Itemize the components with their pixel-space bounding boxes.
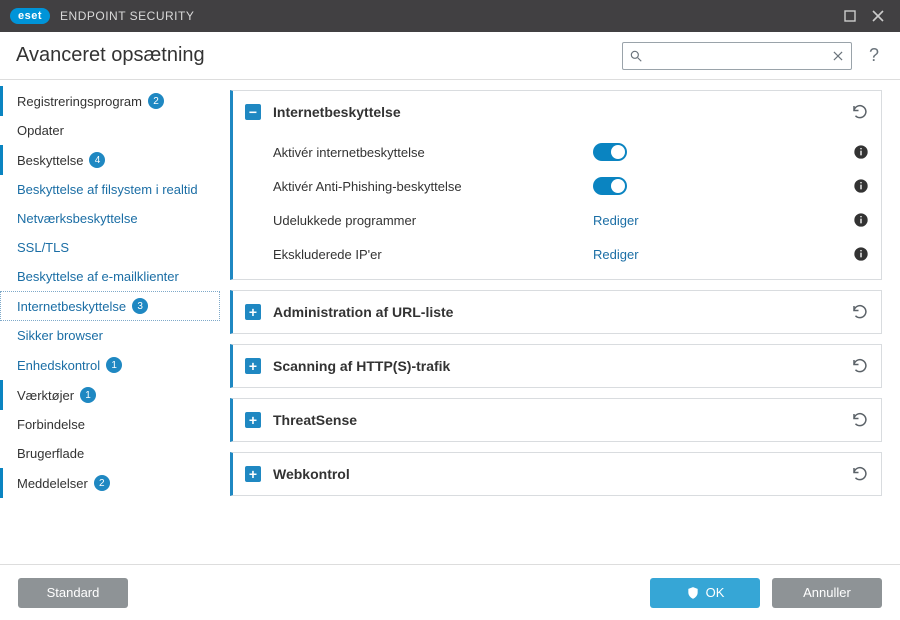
section-threatsense: ThreatSense — [230, 398, 882, 442]
sidebar-item-label: Registreringsprogram — [17, 94, 142, 109]
reset-icon[interactable] — [851, 465, 869, 483]
sidebar-badge: 2 — [94, 475, 110, 491]
sidebar-item-brugerflade[interactable]: Brugerflade — [0, 439, 220, 468]
section-title: Webkontrol — [273, 466, 350, 482]
default-button[interactable]: Standard — [18, 578, 128, 608]
help-button[interactable]: ? — [864, 45, 884, 66]
search-input[interactable] — [643, 49, 831, 63]
section-title: Administration af URL-liste — [273, 304, 453, 320]
collapse-icon[interactable] — [245, 104, 261, 120]
toggle-switch[interactable] — [593, 177, 627, 195]
sidebar-item-label: Forbindelse — [17, 417, 85, 432]
sidebar-item-label: Opdater — [17, 123, 64, 138]
setting-row-excluded-programs: Udelukkede programmer Rediger — [273, 203, 869, 237]
sidebar-item-label: Brugerflade — [17, 446, 84, 461]
section-header[interactable]: Webkontrol — [233, 453, 881, 495]
info-icon[interactable] — [853, 212, 869, 228]
sidebar-item-vaerktoejer[interactable]: Værktøjer 1 — [0, 380, 220, 410]
section-body: Aktivér internetbeskyttelse Aktivér Anti… — [233, 133, 881, 279]
sidebar-badge: 4 — [89, 152, 105, 168]
section-header[interactable]: ThreatSense — [233, 399, 881, 441]
sidebar-item-label: Beskyttelse af e-mailklienter — [17, 269, 179, 284]
setting-label: Ekskluderede IP'er — [273, 247, 593, 262]
section-title: Scanning af HTTP(S)-trafik — [273, 358, 450, 374]
section-title: ThreatSense — [273, 412, 357, 428]
sidebar-item-meddelelser[interactable]: Meddelelser 2 — [0, 468, 220, 498]
brand-logo: eset — [10, 8, 50, 24]
sidebar-item-forbindelse[interactable]: Forbindelse — [0, 410, 220, 439]
section-header[interactable]: Scanning af HTTP(S)-trafik — [233, 345, 881, 387]
sidebar-item-filsystem-realtid[interactable]: Beskyttelse af filsystem i realtid — [0, 175, 220, 204]
sidebar-badge: 1 — [106, 357, 122, 373]
setting-row-excluded-ips: Ekskluderede IP'er Rediger — [273, 237, 869, 271]
reset-icon[interactable] — [851, 411, 869, 429]
reset-icon[interactable] — [851, 303, 869, 321]
setting-row-enable-internet: Aktivér internetbeskyttelse — [273, 135, 869, 169]
section-header[interactable]: Internetbeskyttelse — [233, 91, 881, 133]
search-icon — [629, 49, 643, 63]
reset-icon[interactable] — [851, 357, 869, 375]
setting-label: Aktivér internetbeskyttelse — [273, 145, 593, 160]
section-internetbeskyttelse: Internetbeskyttelse Aktivér internetbesk… — [230, 90, 882, 280]
ok-button-label: OK — [706, 585, 725, 600]
main-content: Internetbeskyttelse Aktivér internetbesk… — [220, 80, 900, 564]
sidebar-item-label: Beskyttelse af filsystem i realtid — [17, 182, 198, 197]
setting-row-enable-antiphishing: Aktivér Anti-Phishing-beskyttelse — [273, 169, 869, 203]
info-icon[interactable] — [853, 246, 869, 262]
expand-icon[interactable] — [245, 412, 261, 428]
sidebar-item-emailklienter[interactable]: Beskyttelse af e-mailklienter — [0, 262, 220, 291]
window-maximize-icon[interactable] — [836, 2, 864, 30]
topbar: Avanceret opsætning ? — [0, 32, 900, 80]
product-name: ENDPOINT SECURITY — [60, 9, 194, 23]
info-icon[interactable] — [853, 144, 869, 160]
sidebar-item-registreringsprogram[interactable]: Registreringsprogram 2 — [0, 86, 220, 116]
setting-label: Aktivér Anti-Phishing-beskyttelse — [273, 179, 593, 194]
edit-link[interactable]: Rediger — [593, 247, 639, 262]
expand-icon[interactable] — [245, 466, 261, 482]
sidebar-badge: 3 — [132, 298, 148, 314]
titlebar: eset ENDPOINT SECURITY — [0, 0, 900, 32]
sidebar-item-enhedskontrol[interactable]: Enhedskontrol 1 — [0, 350, 220, 380]
expand-icon[interactable] — [245, 358, 261, 374]
sidebar-badge: 2 — [148, 93, 164, 109]
sidebar: Registreringsprogram 2 Opdater Beskyttel… — [0, 80, 220, 564]
sidebar-item-netvaerksbeskyttelse[interactable]: Netværksbeskyttelse — [0, 204, 220, 233]
setting-label: Udelukkede programmer — [273, 213, 593, 228]
sidebar-item-label: Meddelelser — [17, 476, 88, 491]
sidebar-item-label: SSL/TLS — [17, 240, 69, 255]
reset-icon[interactable] — [851, 103, 869, 121]
sidebar-item-internetbeskyttelse[interactable]: Internetbeskyttelse 3 — [0, 291, 220, 321]
clear-search-icon[interactable] — [831, 49, 845, 63]
sidebar-item-sikker-browser[interactable]: Sikker browser — [0, 321, 220, 350]
expand-icon[interactable] — [245, 304, 261, 320]
shield-icon — [686, 586, 700, 600]
footer: Standard OK Annuller — [0, 564, 900, 620]
section-webkontrol: Webkontrol — [230, 452, 882, 496]
section-url-liste: Administration af URL-liste — [230, 290, 882, 334]
sidebar-item-label: Enhedskontrol — [17, 358, 100, 373]
sidebar-item-label: Beskyttelse — [17, 153, 83, 168]
sidebar-badge: 1 — [80, 387, 96, 403]
info-icon[interactable] — [853, 178, 869, 194]
section-http-scanning: Scanning af HTTP(S)-trafik — [230, 344, 882, 388]
sidebar-item-opdater[interactable]: Opdater — [0, 116, 220, 145]
sidebar-item-label: Netværksbeskyttelse — [17, 211, 138, 226]
search-input-wrap[interactable] — [622, 42, 852, 70]
window-close-icon[interactable] — [864, 2, 892, 30]
section-header[interactable]: Administration af URL-liste — [233, 291, 881, 333]
sidebar-item-label: Sikker browser — [17, 328, 103, 343]
section-title: Internetbeskyttelse — [273, 104, 401, 120]
ok-button[interactable]: OK — [650, 578, 760, 608]
toggle-switch[interactable] — [593, 143, 627, 161]
cancel-button[interactable]: Annuller — [772, 578, 882, 608]
sidebar-item-beskyttelse[interactable]: Beskyttelse 4 — [0, 145, 220, 175]
sidebar-item-label: Værktøjer — [17, 388, 74, 403]
edit-link[interactable]: Rediger — [593, 213, 639, 228]
page-title: Avanceret opsætning — [16, 44, 205, 67]
sidebar-item-ssl-tls[interactable]: SSL/TLS — [0, 233, 220, 262]
sidebar-item-label: Internetbeskyttelse — [17, 299, 126, 314]
